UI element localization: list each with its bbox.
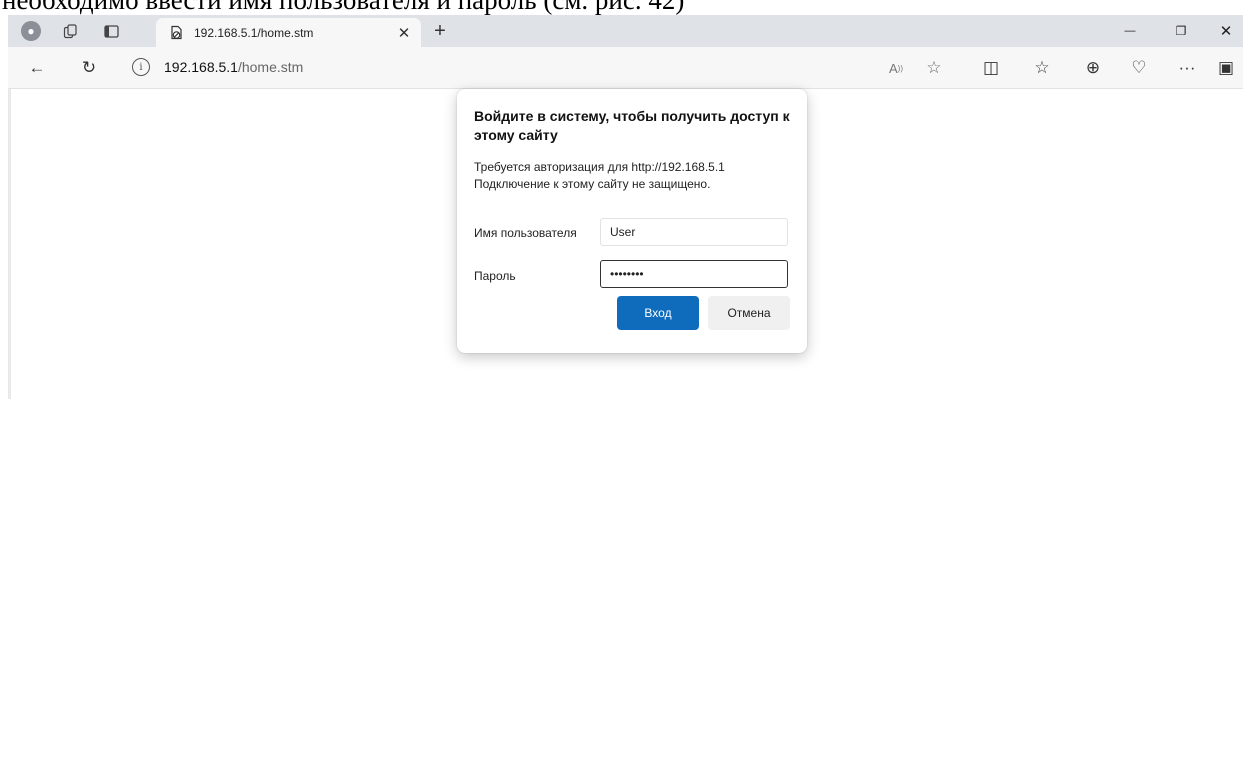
browser-essentials-icon: ♡ — [1131, 58, 1147, 77]
not-secure-page-icon — [168, 25, 184, 41]
tab-active[interactable]: 192.168.5.1/home.stm ✕ — [156, 18, 421, 47]
address-url[interactable]: 192.168.5.1/home.stm — [164, 59, 303, 75]
tab-close-icon[interactable]: ✕ — [393, 22, 415, 44]
sidebar-icon: ▣ — [1217, 58, 1235, 77]
back-button[interactable]: ← — [24, 55, 50, 81]
sidebar-button[interactable]: ▣ — [1213, 55, 1239, 81]
minimize-button[interactable]: — — [1112, 19, 1148, 43]
profile-avatar-icon: ● — [21, 21, 41, 41]
page-left-edge — [8, 89, 11, 399]
new-tab-button[interactable]: + — [428, 19, 452, 43]
auth-dialog: Войдите в систему, чтобы получить доступ… — [457, 89, 807, 353]
favorites-list-icon: ☆ — [1034, 58, 1050, 77]
restore-icon: ❐ — [1175, 24, 1187, 38]
dialog-title: Войдите в систему, чтобы получить доступ… — [474, 108, 790, 143]
address-bar[interactable]: i 192.168.5.1/home.stm — [118, 52, 968, 82]
browser-window: ● 192.168.5.1/home.stm ✕ + — ❐ ✕ ← ↻ i 1… — [8, 15, 1243, 782]
sign-in-button[interactable]: Вход — [617, 296, 699, 330]
favorite-star-icon: ☆ — [926, 58, 942, 77]
collections-icon: ⊕ — [1085, 58, 1101, 77]
username-field[interactable] — [600, 218, 788, 246]
tab-title: 192.168.5.1/home.stm — [194, 25, 314, 40]
read-aloud-button[interactable]: A)) — [883, 55, 909, 81]
tab-strip: ● 192.168.5.1/home.stm ✕ + — ❐ ✕ — [8, 15, 1243, 47]
restore-button[interactable]: ❐ — [1163, 19, 1199, 43]
refresh-button[interactable]: ↻ — [76, 55, 102, 81]
collections-button[interactable]: ⊕ — [1080, 55, 1106, 81]
add-favorite-button[interactable]: ☆ — [921, 55, 947, 81]
read-aloud-icon: A — [889, 60, 898, 76]
window-close-icon: ✕ — [1219, 23, 1233, 40]
cancel-button[interactable]: Отмена — [708, 296, 790, 330]
split-screen-icon: ◫ — [982, 58, 1000, 77]
document-caption: необходимо ввести имя пользователя и пар… — [2, 0, 685, 15]
more-button[interactable]: ··· — [1174, 55, 1200, 81]
username-label: Имя пользователя — [474, 226, 577, 240]
address-path: /home.stm — [237, 59, 304, 75]
refresh-icon: ↻ — [81, 58, 97, 77]
favorites-button[interactable]: ☆ — [1029, 55, 1055, 81]
password-label: Пароль — [474, 269, 516, 283]
address-host: 192.168.5.1 — [164, 59, 238, 75]
window-close-button[interactable]: ✕ — [1208, 19, 1243, 43]
password-field[interactable] — [600, 260, 788, 288]
workspaces-icon[interactable] — [60, 21, 80, 41]
site-info-icon[interactable]: i — [132, 58, 150, 76]
browser-essentials-button[interactable]: ♡ — [1126, 55, 1152, 81]
more-dots-icon: ··· — [1178, 58, 1196, 77]
split-screen-button[interactable]: ◫ — [978, 55, 1004, 81]
not-secure-text: Подключение к этому сайту не защищено. — [474, 177, 711, 191]
navigation-toolbar: ← ↻ i 192.168.5.1/home.stm A)) ☆ ◫ ☆ ⊕ ♡… — [8, 47, 1243, 89]
back-arrow-icon: ← — [28, 58, 46, 77]
minimize-icon: — — [1124, 25, 1136, 37]
profile-button[interactable]: ● — [21, 21, 41, 41]
auth-required-text: Требуется авторизация для http://192.168… — [474, 160, 725, 174]
tab-actions-icon[interactable] — [101, 21, 121, 41]
